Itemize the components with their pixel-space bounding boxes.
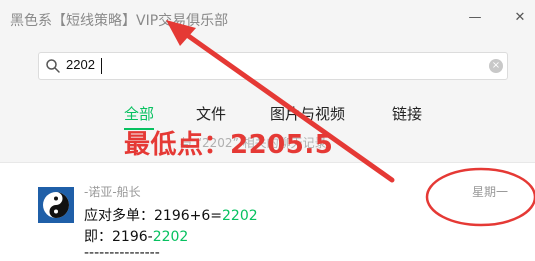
avatar [38, 187, 74, 223]
search-area: 2202 × [0, 40, 535, 94]
tab-all[interactable]: 全部 [124, 103, 154, 124]
message-line-2: 即：2196-2202 [84, 226, 188, 246]
message-line-1-text: 应对多单：2196+6= [84, 208, 222, 224]
text-caret [101, 58, 102, 74]
clear-search-icon[interactable]: × [489, 59, 503, 73]
search-input[interactable]: 2202 × [38, 52, 508, 80]
minimize-button[interactable]: — [464, 8, 486, 28]
tab-files[interactable]: 文件 [196, 103, 226, 124]
title-bar: 黑色系【短线策略】VIP交易俱乐部 — ✕ [0, 0, 535, 40]
annotation-lowest-point: 最低点：2205.5 [124, 130, 334, 160]
message-date: 星期一 [472, 185, 509, 199]
window-title: 黑色系【短线策略】VIP交易俱乐部 [10, 13, 229, 29]
message-line-2-text: 即：2196- [84, 229, 153, 245]
message-line-1: 应对多单：2196+6=2202 [84, 205, 258, 225]
message-line-3: --------------- [84, 245, 160, 261]
tab-links[interactable]: 链接 [392, 103, 422, 124]
search-query[interactable]: 2202 [66, 57, 95, 72]
yin-yang-icon [38, 187, 74, 223]
search-icon [46, 59, 60, 73]
tab-images-videos[interactable]: 图片与视频 [270, 103, 345, 124]
search-result-item[interactable]: -诺亚-船长 应对多单：2196+6=2202 即：2196-2202 ----… [0, 163, 535, 261]
keyword-highlight: 2202 [152, 229, 189, 245]
keyword-highlight: 2202 [222, 208, 258, 224]
sender-name: -诺亚-船长 [84, 185, 141, 199]
close-button[interactable]: ✕ [509, 8, 531, 28]
